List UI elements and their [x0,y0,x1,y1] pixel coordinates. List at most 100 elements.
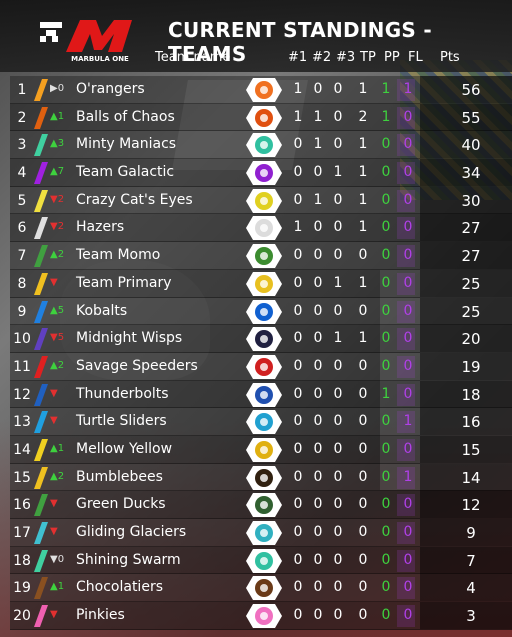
third-places: 0 [333,468,343,485]
position: 2 [17,109,27,126]
position-change: ▲2 [50,359,65,371]
team-name: Minty Maniacs [76,136,177,153]
table-row: 14 ▲1 Mellow Yellow 0 0 0 0 0 0 15 [10,435,512,464]
second-places: 0 [313,551,323,568]
top-podiums: 0 [358,496,368,513]
third-places: 0 [333,219,343,236]
team-logo-icon [246,161,282,186]
points: 34 [461,164,481,183]
team-color-stripe [33,189,49,212]
position-change: ▲1 [50,110,65,122]
team-logo-icon [246,493,282,518]
top-podiums: 0 [358,524,368,540]
top-podiums: 0 [358,247,368,264]
team-name: O'rangers [76,81,145,97]
pole-positions: 0 [381,164,391,181]
first-places: 0 [293,357,303,374]
col-team-name: Team name [155,50,231,65]
first-places: 0 [293,302,303,319]
first-places: 0 [293,330,303,347]
position-change: ▼ [50,415,58,427]
position-change: ▼ [50,609,58,621]
second-places: 0 [313,164,323,181]
points: 55 [461,108,481,127]
team-name: Savage Speeders [76,357,198,374]
pole-positions: 1 [381,385,391,402]
col-first: #1 [288,50,308,65]
points: 20 [461,330,481,349]
first-places: 0 [293,385,303,402]
first-places: 0 [293,136,303,153]
col-pp: PP [384,50,400,65]
position: 17 [13,525,31,541]
first-places: 0 [293,468,303,485]
top-podiums: 0 [358,302,368,319]
position: 4 [17,165,27,182]
position: 15 [13,469,31,486]
second-places: 0 [313,496,323,513]
pole-positions: 0 [381,330,391,347]
first-places: 0 [293,496,303,513]
fastest-laps: 0 [403,164,413,181]
third-places: 1 [333,164,343,181]
table-row: 7 ▲2 Team Momo 0 0 0 0 0 0 27 [10,242,512,270]
table-row: 8 ▼ Team Primary 0 0 1 1 0 0 25 [10,269,512,298]
third-places: 0 [333,136,343,153]
fastest-laps: 1 [403,468,413,485]
table-row: 20 ▼ Pinkies 0 0 0 0 0 0 3 [10,602,512,630]
position-change: ▼5 [50,332,65,344]
team-name: Crazy Cat's Eyes [76,191,193,208]
standings-table: 1 ▶0 O'rangers 1 0 0 1 1 1 56 2 ▲1 Balls… [10,76,512,630]
pole-positions: 0 [381,274,391,291]
first-places: 0 [293,440,303,457]
position: 8 [17,275,27,292]
second-places: 0 [313,468,323,485]
team-color-stripe [33,411,49,434]
second-places: 0 [313,274,323,291]
position-change: ▼ [50,276,58,288]
first-places: 0 [293,191,303,208]
team-logo-icon [246,604,282,629]
team-logo-icon [246,521,282,545]
team-name: Kobalts [76,302,128,319]
top-podiums: 0 [358,385,368,402]
points: 9 [466,524,476,542]
third-places: 0 [333,551,343,568]
table-row: 12 ▼ Thunderbolts 0 0 0 0 1 0 18 [10,380,512,409]
position-change: ▲2 [50,470,65,482]
points: 16 [461,413,481,432]
team-color-stripe [33,577,49,600]
table-row: 18 ▼0 Shining Swarm 0 0 0 0 0 0 7 [10,546,512,575]
team-name: Midnight Wisps [76,330,183,347]
first-places: 0 [293,274,303,291]
second-places: 1 [313,191,323,208]
position: 16 [13,497,31,514]
table-row: 11 ▲2 Savage Speeders 0 0 0 0 0 0 19 [10,352,512,381]
pole-positions: 0 [381,191,391,208]
top-podiums: 2 [358,108,368,125]
team-color-stripe [33,494,49,517]
second-places: 0 [313,385,323,402]
second-places: 0 [313,524,323,540]
team-color-stripe [33,272,49,295]
position: 11 [13,358,31,375]
team-name: Turtle Sliders [76,413,167,430]
team-name: Team Primary [76,274,172,291]
points: 27 [461,219,481,238]
position-change: ▲1 [50,581,65,593]
second-places: 0 [313,413,323,430]
third-places: 0 [333,302,343,319]
team-name: Balls of Chaos [76,108,175,125]
top-podiums: 1 [358,191,368,208]
third-places: 0 [333,607,343,624]
team-logo-icon [246,548,282,573]
fastest-laps: 0 [403,385,413,402]
team-color-stripe [33,522,49,544]
team-name: Hazers [76,219,125,236]
team-color-stripe [33,162,49,185]
team-color-stripe [33,466,49,489]
team-name: Gliding Glaciers [76,524,187,540]
pole-positions: 0 [381,413,391,430]
position-change: ▼ [50,498,58,510]
pole-positions: 0 [381,551,391,568]
